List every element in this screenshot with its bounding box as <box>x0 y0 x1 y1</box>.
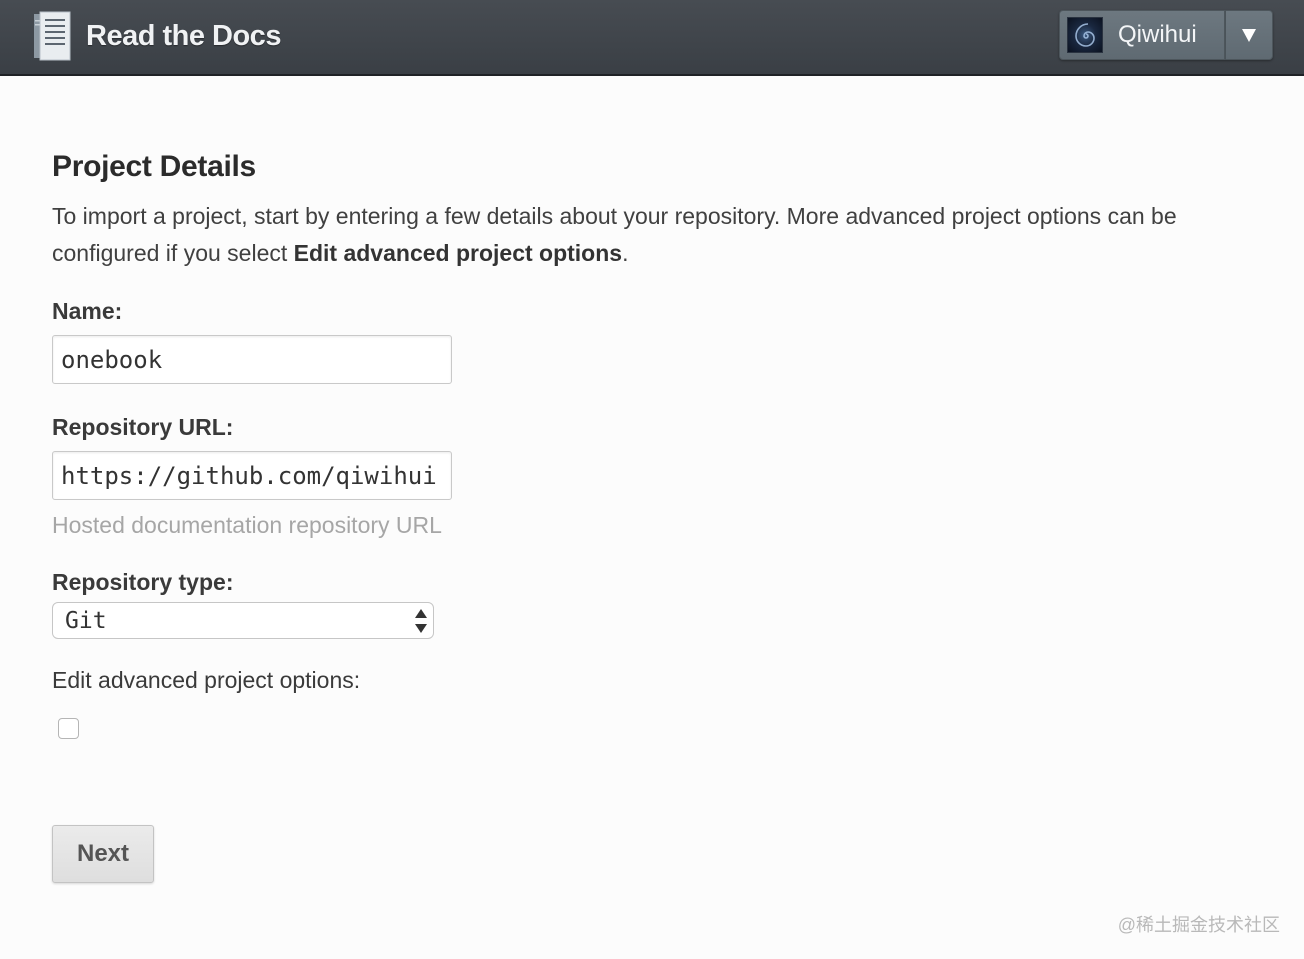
book-icon <box>32 10 72 62</box>
brand-logo-link[interactable]: Read the Docs <box>32 10 281 62</box>
intro-text: To import a project, start by entering a… <box>52 198 1272 272</box>
name-input[interactable] <box>52 335 452 384</box>
repo-url-label: Repository URL: <box>52 414 234 440</box>
intro-text-bold: Edit advanced project options <box>293 240 623 266</box>
username: Qiwihui <box>1118 21 1197 48</box>
intro-text-end: . <box>622 240 629 266</box>
user-menu-toggle[interactable] <box>1225 10 1273 60</box>
select-arrows-icon <box>415 609 427 633</box>
advanced-options-checkbox[interactable] <box>58 718 79 739</box>
advanced-options-field-group: Edit advanced project options: <box>52 667 1272 739</box>
main-content: Project Details To import a project, sta… <box>52 150 1272 769</box>
repo-type-field-group: Repository type: Git <box>52 569 1272 639</box>
repo-type-label: Repository type: <box>52 569 234 595</box>
user-menu: Qiwihui <box>1059 10 1273 60</box>
repo-url-field-group: Repository URL: Hosted documentation rep… <box>52 414 1272 539</box>
watermark-text: @稀土掘金技术社区 <box>1117 915 1280 935</box>
caret-down-icon <box>1242 28 1256 42</box>
advanced-options-label: Edit advanced project options: <box>52 667 361 693</box>
repo-url-input[interactable] <box>52 451 452 500</box>
repo-type-select[interactable]: Git <box>52 602 434 639</box>
repo-type-selected-value: Git <box>65 607 107 634</box>
page-title: Project Details <box>52 150 256 183</box>
top-navbar: Read the Docs Qiwihui <box>0 0 1304 76</box>
spiral-avatar-icon <box>1067 17 1103 53</box>
repo-url-help-text: Hosted documentation repository URL <box>52 512 442 538</box>
name-field-group: Name: <box>52 298 1272 384</box>
user-profile-button[interactable]: Qiwihui <box>1059 10 1225 60</box>
brand-title: Read the Docs <box>86 19 281 52</box>
next-button[interactable]: Next <box>52 825 154 883</box>
name-label: Name: <box>52 298 123 324</box>
